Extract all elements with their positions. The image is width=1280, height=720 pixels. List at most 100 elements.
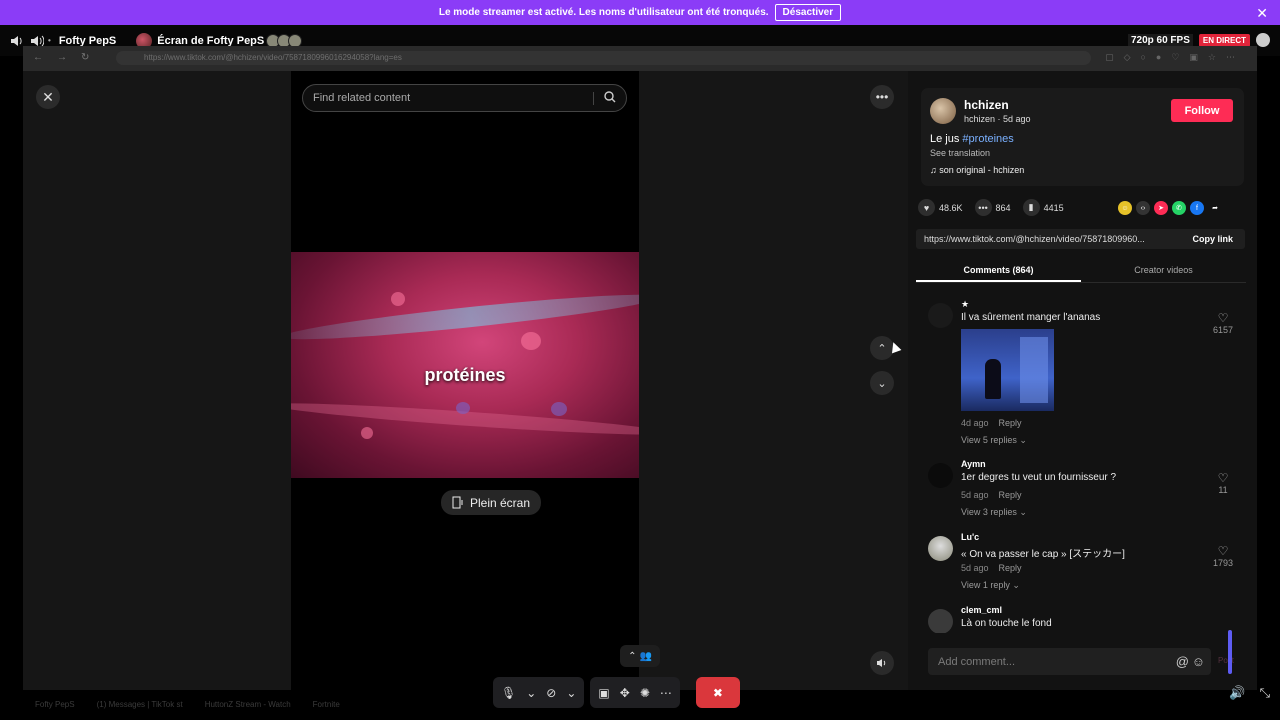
bookmark-icon: ▮ — [1022, 199, 1040, 216]
sound-label: son original - hchizen — [939, 165, 1025, 175]
close-icon[interactable]: ✕ — [36, 85, 60, 109]
scrollbar[interactable] — [1228, 630, 1232, 674]
see-translation-link[interactable]: See translation — [930, 148, 990, 158]
browser-nav-icons[interactable]: ←→↻ — [33, 52, 103, 63]
follow-button[interactable]: Follow — [1171, 99, 1233, 122]
heart-icon: ♡ — [1217, 471, 1229, 485]
repost-icon[interactable]: ☺ — [1118, 201, 1132, 215]
view-replies-link[interactable]: View 5 replies ⌄ — [961, 435, 1027, 446]
mute-button[interactable] — [870, 651, 894, 675]
comment-image[interactable] — [961, 329, 1054, 411]
search-placeholder: Find related content — [313, 92, 411, 104]
video-description: Le jus #proteines — [930, 133, 1014, 145]
comment-count: 864 — [995, 202, 1011, 213]
taskbar-item[interactable]: Fofty PepS — [35, 700, 75, 709]
comment-meta: 4d ago Reply — [961, 418, 1022, 428]
comment-author[interactable]: ★ — [961, 299, 969, 310]
panel-tabs: Comments (864) Creator videos — [916, 257, 1246, 283]
screen-title: Écran de Fofty PepS — [157, 34, 265, 47]
avatar[interactable] — [928, 536, 953, 561]
comment-text: 1er degres tu veut un fournisseur ? — [961, 472, 1117, 483]
author-name[interactable]: hchizen — [964, 98, 1009, 112]
save-count: 4415 — [1043, 202, 1064, 213]
reply-button[interactable]: Reply — [999, 418, 1022, 428]
disable-streamer-mode-button[interactable]: Désactiver — [774, 4, 842, 21]
comment-author[interactable]: clem_cml — [961, 605, 1002, 615]
share-buttons: ☺ ‹› ➤ ✆ f ➦ — [1118, 201, 1222, 215]
more-options-icon[interactable]: ••• — [870, 85, 894, 109]
chevron-down-icon: ⌄ — [1019, 435, 1027, 445]
video-link[interactable]: https://www.tiktok.com/@hchizen/video/75… — [924, 234, 1145, 244]
search-icon[interactable] — [604, 91, 616, 103]
view-replies-label: View 3 replies — [961, 507, 1017, 517]
details-panel: hchizen hchizen · 5d ago Follow Le jus #… — [908, 71, 1257, 690]
address-bar[interactable]: https://www.tiktok.com/@hchizen/video/75… — [116, 51, 1091, 65]
like-count: 48.6K — [939, 202, 963, 213]
chat-bubble-icon[interactable] — [1256, 33, 1270, 47]
fullscreen-button[interactable]: Plein écran — [441, 490, 541, 515]
video-decor — [291, 287, 639, 347]
image-decor — [1020, 337, 1048, 403]
hashtag-link[interactable]: #proteines — [962, 133, 1013, 145]
save-stat[interactable]: ▮ 4415 — [1022, 199, 1064, 216]
taskbar-item[interactable]: HuttonZ Stream - Watch — [205, 700, 291, 709]
add-comment-placeholder: Add comment... — [938, 655, 1016, 668]
close-icon[interactable]: ✕ — [1256, 5, 1268, 22]
like-stat[interactable]: ♥ 48.6K — [918, 199, 963, 216]
heart-icon: ♥ — [918, 199, 935, 216]
comment-like[interactable]: ♡ 6157 — [1208, 311, 1238, 335]
tab-creator-videos[interactable]: Creator videos — [1081, 257, 1246, 282]
next-video-button[interactable]: ⌄ — [870, 371, 894, 395]
video-frame[interactable]: protéines — [291, 252, 639, 478]
tab-comments[interactable]: Comments (864) — [916, 257, 1081, 282]
search-input[interactable]: Find related content — [302, 84, 627, 112]
avatar[interactable] — [928, 609, 953, 633]
taskbar-item[interactable]: (1) Messages | TikTok st — [97, 700, 183, 709]
comment-like[interactable]: ♡ 11 — [1208, 471, 1238, 495]
embed-icon[interactable]: ‹› — [1136, 201, 1150, 215]
chevron-down-icon: ⌄ — [1019, 507, 1027, 517]
avatar[interactable] — [928, 463, 953, 488]
sound-link[interactable]: ♫ son original - hchizen — [930, 165, 1024, 175]
video-decor — [521, 332, 541, 350]
streamer-name: Fofty PepS — [58, 34, 117, 47]
copy-link-button[interactable]: Copy link — [1192, 234, 1233, 244]
comment-stat[interactable]: ••• 864 — [974, 199, 1011, 216]
music-note-icon: ♫ — [930, 165, 937, 175]
share-arrow-icon[interactable]: ➦ — [1208, 201, 1222, 215]
comment-author[interactable]: Lu'c — [961, 532, 979, 542]
volume-icon[interactable] — [10, 35, 24, 47]
browser-extension-icons[interactable]: ▢◇○●♡▣☆⋯ — [1105, 52, 1245, 63]
send-icon[interactable]: ➤ — [1154, 201, 1168, 215]
comment-text: « On va passer le cap » [ステッカー] — [961, 549, 1125, 560]
list-item: clem_cml Là on touche le fond — [928, 605, 1238, 633]
stream-status: 720p 60 FPS EN DIRECT — [1127, 33, 1270, 47]
avatar[interactable] — [928, 303, 953, 328]
comment-meta: 5d ago Reply — [961, 490, 1022, 500]
activity-toggle[interactable]: ⌃ 👥 — [620, 645, 660, 667]
video-decor — [456, 402, 470, 414]
video-area: ✕ Find related content ••• protéines Ple… — [23, 71, 908, 690]
author-avatar[interactable] — [930, 98, 956, 124]
mention-icon[interactable]: @ — [1176, 654, 1189, 669]
comment-text: Il va sûrement manger l'ananas — [961, 312, 1101, 323]
reply-button[interactable]: Reply — [999, 563, 1022, 573]
whatsapp-icon[interactable]: ✆ — [1172, 201, 1186, 215]
view-replies-link[interactable]: View 1 reply ⌄ — [961, 580, 1020, 591]
comment-like[interactable]: ♡ 1793 — [1208, 544, 1238, 568]
quality-badge: 720p 60 FPS — [1127, 33, 1193, 47]
video-link-bar: https://www.tiktok.com/@hchizen/video/75… — [916, 229, 1245, 249]
emoji-icon[interactable]: ☺ — [1192, 654, 1205, 669]
volume-icon — [877, 659, 886, 667]
live-badge: EN DIRECT — [1198, 33, 1250, 47]
add-comment-input[interactable]: Add comment... @ ☺ — [928, 648, 1211, 675]
taskbar-item[interactable]: Fortnite — [313, 700, 340, 709]
exit-fullscreen-icon[interactable]: ⤡ — [1260, 685, 1270, 701]
video-caption: protéines — [424, 365, 506, 385]
fullscreen-label: Plein écran — [469, 495, 531, 510]
view-replies-link[interactable]: View 3 replies ⌄ — [961, 507, 1027, 518]
reply-button[interactable]: Reply — [999, 490, 1022, 500]
facebook-icon[interactable]: f — [1190, 201, 1204, 215]
comment-author[interactable]: Aymn — [961, 459, 986, 469]
speaker-icon[interactable] — [30, 35, 44, 47]
